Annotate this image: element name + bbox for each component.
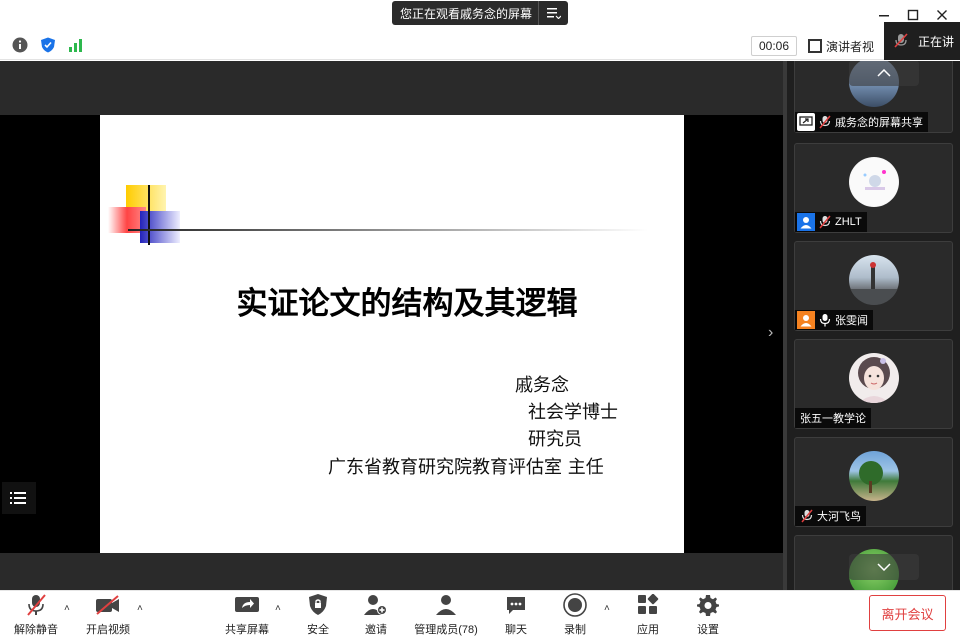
- audio-options-caret[interactable]: ˄: [64, 603, 70, 614]
- add-user-icon: [364, 593, 388, 617]
- chevron-down-icon: [877, 563, 891, 571]
- unmute-label: 解除静音: [14, 624, 58, 636]
- share-notice-text: 您正在观看戚务念的屏幕: [400, 6, 533, 21]
- participant-name: ZHLT: [835, 216, 862, 228]
- shared-screen-area: 实证论文的结构及其逻辑 戚务念 社会学博士 研究员 广东省教育研究院教育评估室 …: [0, 61, 783, 590]
- security-label: 安全: [307, 624, 329, 636]
- chevron-up-icon: [877, 69, 891, 77]
- participant-name-tag: 戚务念的屏幕共享: [795, 112, 928, 132]
- share-list-button[interactable]: [2, 482, 36, 514]
- slide-degree: 社会学博士: [528, 402, 618, 423]
- share-screen-label: 共享屏幕: [225, 624, 269, 636]
- record-label: 录制: [564, 624, 586, 636]
- participant-video-panel: 戚务念的屏幕共享 ZHLT 张雯闻 张五一教学论 大河飞鸟: [783, 61, 960, 590]
- participant-tile[interactable]: 张五一教学论: [794, 339, 953, 429]
- muted-mic-icon: [818, 214, 832, 230]
- chat-label: 聊天: [505, 624, 527, 636]
- list-icon: [10, 492, 26, 504]
- participant-name: 张雯闻: [835, 315, 868, 327]
- participant-name: 张五一教学论: [800, 413, 866, 425]
- participant-name: 大河飞鸟: [817, 511, 861, 523]
- mic-icon: [818, 312, 832, 328]
- slide-decoration: [108, 185, 648, 245]
- chat-button[interactable]: 聊天: [498, 593, 534, 639]
- unmute-button[interactable]: 解除静音: [12, 593, 60, 639]
- layout-icon: [808, 39, 822, 53]
- user-icon: [797, 213, 815, 231]
- video-off-icon: [94, 593, 122, 617]
- speaking-indicator: 正在讲: [884, 22, 960, 60]
- slide-author: 戚务念: [515, 375, 569, 396]
- share-options-caret[interactable]: ˄: [275, 603, 281, 614]
- start-video-button[interactable]: 开启视频: [84, 593, 132, 639]
- muted-mic-icon: [818, 114, 832, 130]
- viewing-share-notice[interactable]: 您正在观看戚务念的屏幕: [392, 1, 568, 25]
- view-options-icon[interactable]: [538, 1, 568, 25]
- avatar: [849, 353, 899, 403]
- start-video-label: 开启视频: [86, 624, 130, 636]
- security-button[interactable]: 安全: [300, 593, 336, 639]
- invite-label: 邀请: [365, 624, 387, 636]
- meeting-toolbar: 解除静音 ˄ 开启视频 ˄ 共享屏幕 ˄ 安全 邀请 管理成员(78) 聊天 录…: [0, 590, 960, 640]
- participant-tile[interactable]: 戚务念的屏幕共享: [794, 61, 953, 133]
- chat-icon: [505, 593, 527, 617]
- avatar: [849, 451, 899, 501]
- record-icon: [563, 593, 587, 617]
- participants-label: 管理成员(78): [414, 624, 478, 636]
- record-button[interactable]: 录制: [557, 593, 593, 639]
- meeting-info-bar: 00:06 演讲者视: [0, 30, 960, 60]
- participant-tile[interactable]: 大河飞鸟: [794, 437, 953, 527]
- settings-label: 设置: [697, 624, 719, 636]
- leave-meeting-button[interactable]: 离开会议: [869, 595, 946, 631]
- speaker-view-label: 演讲者视: [826, 39, 875, 54]
- participant-name-tag: 张五一教学论: [795, 408, 871, 428]
- apps-icon: [637, 593, 659, 617]
- participant-tile[interactable]: [794, 535, 953, 590]
- info-icon[interactable]: [12, 37, 28, 53]
- collapse-panel-icon[interactable]: ›: [768, 324, 773, 342]
- participant-name-tag: ZHLT: [795, 212, 867, 232]
- apps-label: 应用: [637, 624, 659, 636]
- screen-share-icon: [797, 113, 815, 131]
- apps-button[interactable]: 应用: [630, 593, 666, 639]
- speaking-label: 正在讲: [918, 34, 955, 49]
- video-options-caret[interactable]: ˄: [137, 603, 143, 614]
- share-screen-icon: [234, 593, 260, 617]
- muted-mic-icon: [800, 508, 814, 524]
- participant-name-tag: 张雯闻: [795, 310, 873, 330]
- title-bar: 您正在观看戚务念的屏幕: [0, 0, 960, 30]
- slide-affiliation: 广东省教育研究院教育评估室 主任: [328, 457, 604, 478]
- participants-icon: [434, 593, 458, 617]
- participants-button[interactable]: 管理成员(78): [412, 593, 480, 639]
- muted-mic-icon: [894, 33, 908, 49]
- user-icon: [797, 311, 815, 329]
- security-shield-icon: [308, 593, 328, 617]
- invite-button[interactable]: 邀请: [358, 593, 394, 639]
- scroll-down-button[interactable]: [849, 554, 919, 580]
- record-options-caret[interactable]: ˄: [604, 603, 610, 614]
- speaker-view-toggle[interactable]: 演讲者视: [808, 36, 874, 56]
- presentation-slide: 实证论文的结构及其逻辑 戚务念 社会学博士 研究员 广东省教育研究院教育评估室 …: [100, 115, 684, 553]
- scroll-up-button[interactable]: [849, 61, 919, 86]
- signal-strength-icon[interactable]: [68, 37, 84, 53]
- participant-tile[interactable]: 张雯闻: [794, 241, 953, 331]
- muted-mic-icon: [25, 593, 47, 617]
- gear-icon: [696, 593, 720, 617]
- share-screen-button[interactable]: 共享屏幕: [223, 593, 271, 639]
- settings-button[interactable]: 设置: [690, 593, 726, 639]
- participant-tile[interactable]: ZHLT: [794, 143, 953, 233]
- participant-name: 戚务念的屏幕共享: [835, 117, 923, 129]
- slide-title: 实证论文的结构及其逻辑: [236, 286, 578, 322]
- shield-icon[interactable]: [40, 37, 56, 53]
- meeting-timer: 00:06: [751, 36, 797, 56]
- slide-position: 研究员: [528, 429, 582, 450]
- participant-name-tag: 大河飞鸟: [795, 506, 866, 526]
- avatar: [849, 157, 899, 207]
- avatar: [849, 255, 899, 305]
